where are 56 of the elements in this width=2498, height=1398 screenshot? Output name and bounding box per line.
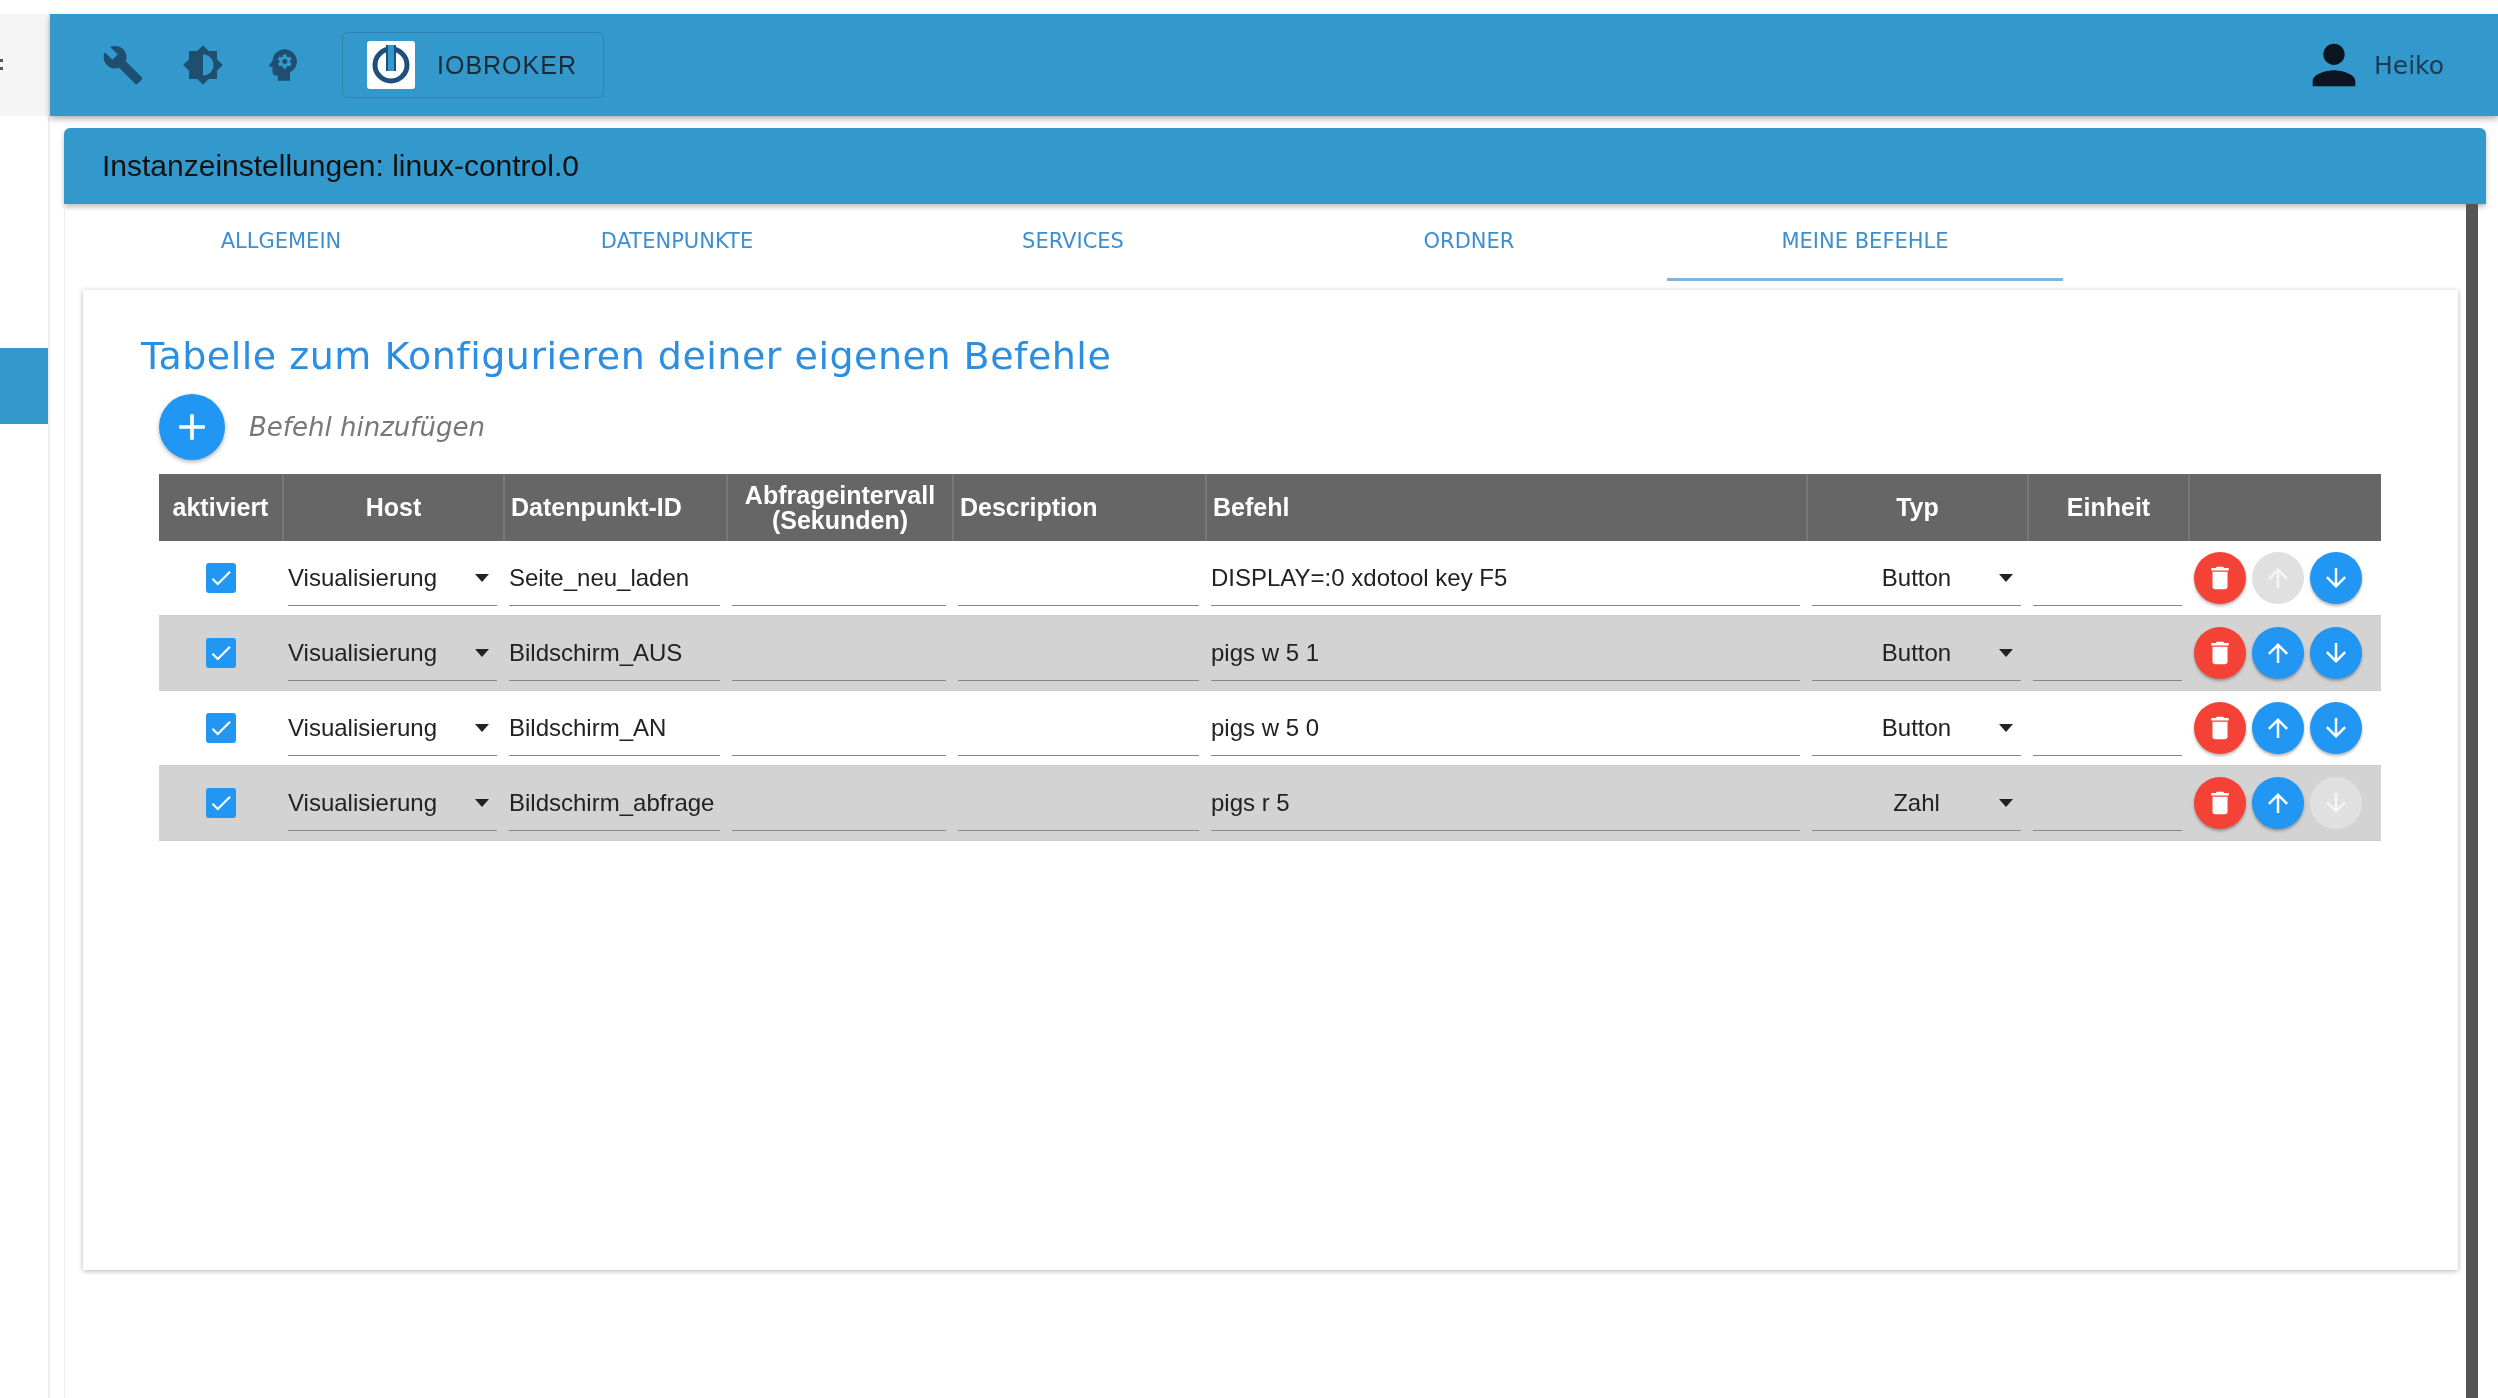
command-field[interactable]: DISPLAY=:0 xdotool key F5 [1211, 550, 1800, 606]
move-up-button[interactable] [2252, 627, 2304, 679]
user-button[interactable]: Heiko [2296, 32, 2450, 98]
checkbox[interactable] [205, 638, 236, 668]
delete-button[interactable] [2194, 702, 2246, 754]
column-header: Befehl [1213, 495, 1290, 520]
host-select[interactable]: Visualisierung [288, 625, 497, 681]
column-header: Description [960, 495, 1098, 520]
checkbox[interactable] [205, 713, 236, 743]
logo-icon [367, 41, 415, 89]
host-select[interactable]: Visualisierung [288, 775, 497, 831]
brightness-icon[interactable] [182, 44, 224, 86]
move-down-button[interactable] [2310, 552, 2362, 604]
caret-icon [475, 723, 489, 732]
command-field[interactable]: pigs w 5 0 [1211, 700, 1800, 756]
caret-icon [1999, 798, 2013, 807]
caret-icon [1999, 648, 2013, 657]
delete-button[interactable] [2194, 777, 2246, 829]
checkbox[interactable] [205, 788, 236, 818]
datapoint-field[interactable]: Bildschirm_AN [509, 700, 720, 756]
delete-button[interactable] [2194, 552, 2246, 604]
datapoint-field[interactable]: Bildschirm_AUS [509, 625, 720, 681]
wrench-icon[interactable] [102, 44, 144, 86]
column-header: Typ [1896, 495, 1939, 520]
host-select[interactable]: Visualisierung [288, 700, 497, 756]
move-down-button[interactable] [2310, 627, 2362, 679]
add-button[interactable] [159, 394, 225, 460]
command-field[interactable]: pigs r 5 [1211, 775, 1800, 831]
caret-icon [475, 648, 489, 657]
type-select[interactable]: Button [1812, 625, 2021, 681]
column-header: Abfrageintervall (Sekunden) [744, 482, 936, 533]
column-header: Host [365, 495, 422, 520]
move-up-button[interactable] [2252, 777, 2304, 829]
type-select[interactable]: Button [1812, 550, 2021, 606]
type-select[interactable]: Button [1812, 700, 2021, 756]
move-up-button[interactable] [2252, 702, 2304, 754]
host-select[interactable]: Visualisierung [288, 550, 497, 606]
add-label: Befehl hinzufügen [249, 412, 485, 442]
column-header: aktiviert [172, 495, 269, 520]
column-header: Datenpunkt-ID [511, 495, 682, 520]
command-field[interactable]: pigs w 5 1 [1211, 625, 1800, 681]
caret-icon [1999, 723, 2013, 732]
section-heading: Tabelle zum Konfigurieren deiner eigenen Befehle [141, 334, 1113, 378]
datapoint-field[interactable]: Bildschirm_abfrage [509, 775, 720, 831]
checkbox[interactable] [205, 563, 236, 593]
more-icon[interactable] [0, 57, 4, 73]
column-header: Einheit [2066, 495, 2151, 520]
datapoint-field[interactable]: Seite_neu_laden [509, 550, 720, 606]
delete-button[interactable] [2194, 627, 2246, 679]
window-title: Instanzeinstellungen: linux-control.0 [64, 128, 2486, 204]
caret-icon [1999, 573, 2013, 582]
caret-icon [475, 573, 489, 582]
type-select[interactable]: Zahl [1812, 775, 2021, 831]
move-down-button[interactable] [2310, 702, 2362, 754]
caret-icon [475, 798, 489, 807]
brand-button[interactable]: IOBROKER [342, 32, 604, 98]
